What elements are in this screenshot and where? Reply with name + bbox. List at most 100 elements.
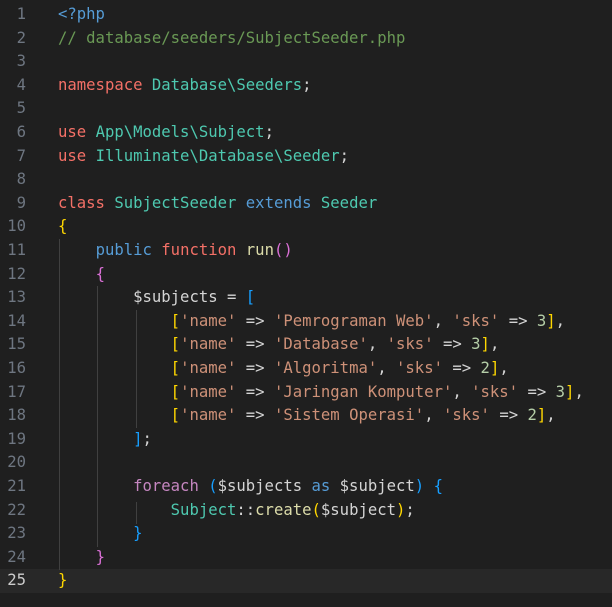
code-token: => bbox=[442, 335, 462, 354]
code-token: 2 bbox=[527, 406, 537, 425]
code-token: 'sks' bbox=[442, 406, 490, 425]
code-token: ] bbox=[546, 311, 556, 330]
line-number: 16 bbox=[7, 359, 26, 377]
line-code[interactable]: { bbox=[58, 263, 105, 287]
line-code[interactable]: foreach ($subjects as $subject) { bbox=[58, 475, 443, 499]
line-number: 7 bbox=[16, 146, 26, 165]
code-token: SubjectSeeder bbox=[114, 193, 237, 212]
code-token: use bbox=[58, 123, 87, 141]
line-code[interactable]: Subject::create($subject); bbox=[58, 499, 415, 523]
code-line[interactable]: 6 use App\Models\Subject; bbox=[0, 121, 612, 145]
line-code[interactable]: ['name' => 'Sistem Operasi', 'sks' => 2]… bbox=[58, 404, 556, 428]
line-code[interactable]: // database/seeders/SubjectSeeder.php bbox=[58, 27, 405, 51]
code-line[interactable]: 24 } bbox=[0, 546, 612, 570]
code-token: 'sks' bbox=[452, 311, 500, 330]
code-line[interactable]: 5 bbox=[0, 97, 612, 121]
line-code[interactable]: use Illuminate\Database\Seeder; bbox=[58, 145, 349, 169]
line-number: 6 bbox=[16, 123, 26, 141]
code-token: $subject bbox=[339, 477, 415, 495]
code-line[interactable]: 20 bbox=[0, 451, 612, 475]
code-token: 3 bbox=[555, 382, 566, 401]
code-token: => bbox=[245, 382, 265, 401]
code-line[interactable]: 16 ['name' => 'Algoritma', 'sks' => 2], bbox=[0, 357, 612, 381]
code-token: => bbox=[245, 311, 265, 330]
code-token: ] bbox=[489, 359, 500, 377]
code-line[interactable]: 18 ['name' => 'Sistem Operasi', 'sks' =>… bbox=[0, 404, 612, 428]
code-token: App\Models\Subject bbox=[95, 123, 265, 141]
code-token: , bbox=[489, 335, 500, 354]
code-line[interactable]: 21 foreach ($subjects as $subject) { bbox=[0, 475, 612, 499]
line-number: 11 bbox=[7, 241, 26, 259]
code-line[interactable]: 14 ['name' => 'Pemrograman Web', 'sks' =… bbox=[0, 310, 612, 334]
code-token: ; bbox=[264, 123, 274, 141]
code-token: , bbox=[546, 406, 556, 425]
line-code[interactable]: ['name' => 'Database', 'sks' => 3], bbox=[58, 333, 500, 357]
code-token: => bbox=[245, 335, 265, 354]
code-line[interactable]: 3 bbox=[0, 50, 612, 74]
code-token: 2 bbox=[480, 359, 490, 377]
line-code[interactable]: } bbox=[58, 522, 142, 546]
code-token: , bbox=[452, 382, 472, 401]
code-token: Subject bbox=[170, 500, 237, 519]
line-code[interactable]: use App\Models\Subject; bbox=[58, 121, 274, 145]
line-code[interactable]: <?php bbox=[58, 3, 105, 27]
code-line[interactable]: 7 use Illuminate\Database\Seeder; bbox=[0, 145, 612, 169]
code-token: ) bbox=[414, 477, 425, 495]
code-line[interactable]: 10 { bbox=[0, 215, 612, 239]
line-number: 1 bbox=[16, 5, 26, 23]
code-token: public bbox=[95, 241, 152, 259]
line-number: 9 bbox=[16, 193, 26, 212]
line-number: 8 bbox=[16, 170, 26, 189]
code-line[interactable]: 4 namespace Database\Seeders; bbox=[0, 74, 612, 98]
line-code[interactable]: public function run() bbox=[58, 239, 293, 263]
code-line[interactable]: 1 <?php bbox=[0, 3, 612, 27]
code-line[interactable]: 9 class SubjectSeeder extends Seeder bbox=[0, 192, 612, 216]
code-token: => bbox=[527, 382, 547, 401]
code-line[interactable]: 25} bbox=[0, 569, 612, 593]
code-token: foreach bbox=[133, 477, 199, 495]
line-code[interactable]: ]; bbox=[58, 428, 152, 452]
code-line[interactable]: 22 Subject::create($subject); bbox=[0, 499, 612, 523]
code-line[interactable]: 12 { bbox=[0, 263, 612, 287]
line-number: 19 bbox=[7, 429, 26, 448]
code-token: Database\Seeders bbox=[151, 75, 303, 94]
code-token: => bbox=[245, 359, 265, 377]
code-line[interactable]: 17 ['name' => 'Jaringan Komputer', 'sks'… bbox=[0, 381, 612, 405]
line-number: 3 bbox=[16, 52, 26, 71]
code-line[interactable]: 19 ]; bbox=[0, 428, 612, 452]
code-token: ; bbox=[302, 75, 312, 94]
code-token: use bbox=[58, 146, 87, 165]
line-number: 17 bbox=[7, 382, 26, 401]
line-code[interactable]: $subjects = [ bbox=[58, 286, 255, 310]
code-line[interactable]: 11 public function run() bbox=[0, 239, 612, 263]
line-code[interactable]: ['name' => 'Algoritma', 'sks' => 2], bbox=[58, 357, 509, 381]
code-token: 'Algoritma' bbox=[273, 359, 378, 377]
line-code[interactable]: { bbox=[58, 215, 67, 239]
code-line[interactable]: 8 bbox=[0, 168, 612, 192]
line-code[interactable]: class SubjectSeeder extends Seeder bbox=[58, 192, 377, 216]
code-token: $subjects bbox=[217, 477, 303, 495]
line-code[interactable]: } bbox=[58, 569, 67, 593]
code-line[interactable]: 15 ['name' => 'Database', 'sks' => 3], bbox=[0, 333, 612, 357]
code-line[interactable]: 2 // database/seeders/SubjectSeeder.php bbox=[0, 27, 612, 51]
code-token: 3 bbox=[471, 335, 481, 354]
line-code[interactable]: ['name' => 'Pemrograman Web', 'sks' => 3… bbox=[58, 310, 565, 334]
line-code[interactable]: namespace Database\Seeders; bbox=[58, 74, 312, 98]
code-token: ; bbox=[405, 500, 415, 519]
code-editor[interactable]: 1 <?php 2 // database/seeders/SubjectSeeder… bbox=[0, 0, 612, 607]
line-code[interactable]: } bbox=[58, 546, 105, 570]
code-line[interactable]: 13 $subjects = [ bbox=[0, 286, 612, 310]
code-line[interactable]: 23 } bbox=[0, 522, 612, 546]
